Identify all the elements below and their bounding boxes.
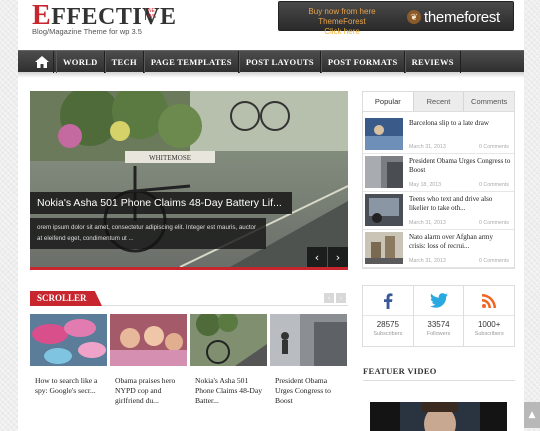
facebook-icon xyxy=(363,286,413,316)
scroller-item[interactable]: President Obama Urges Congress to Boost xyxy=(270,314,347,414)
post-title[interactable]: Nato alarm over Afghan army crisis: loss… xyxy=(409,233,511,251)
chevron-up-icon: ▲ xyxy=(528,410,536,420)
home-icon xyxy=(34,56,49,68)
post-meta: March 31, 2013 0 Comments xyxy=(409,144,509,150)
post-comments[interactable]: 0 Comments xyxy=(479,258,509,264)
list-item[interactable]: Nato alarm over Afghan army crisis: loss… xyxy=(363,230,514,268)
scroller-item[interactable]: Nokia's Asha 501 Phone Claims 48-Day Bat… xyxy=(190,312,267,414)
rss-icon xyxy=(464,286,515,316)
banner-brand: themeforest xyxy=(424,8,500,26)
nav-item-post-layouts[interactable]: POST LAYOUTS xyxy=(238,51,321,73)
post-thumbnail xyxy=(365,194,403,226)
post-title[interactable]: President Obama Urges Congress to Boost xyxy=(409,157,511,175)
scroller-item-title[interactable]: How to search like a spy: Google's secr.… xyxy=(30,371,107,396)
logo-news-mark: NEWS xyxy=(145,8,159,20)
themeforest-banner[interactable]: Buy now from here ThemeForest Click here… xyxy=(278,1,514,36)
rss-label: Subscribers xyxy=(474,331,504,337)
social-counters: 28575 Subscribers 33574 Followers 1000+ … xyxy=(362,285,515,347)
scroller-thumbnail xyxy=(190,312,267,366)
chevron-left-icon: ‹ xyxy=(327,294,331,302)
featured-video-player[interactable] xyxy=(370,402,507,431)
post-date: May 18, 2013 xyxy=(409,182,442,188)
slider-next-button[interactable]: › xyxy=(328,247,348,267)
post-title[interactable]: Teens who text and drive also likelier t… xyxy=(409,195,511,213)
chevron-right-icon: › xyxy=(335,250,341,264)
tab-recent[interactable]: Recent xyxy=(414,92,465,111)
slide-sign-text: WHITEMOSE xyxy=(149,154,191,162)
featured-video-title: FEATUER VIDEO xyxy=(363,366,437,376)
facebook-count: 28575 xyxy=(376,320,399,329)
chevron-left-icon: ‹ xyxy=(314,250,320,264)
rss-count: 1000+ xyxy=(477,320,501,329)
post-comments[interactable]: 0 Comments xyxy=(479,220,509,226)
post-thumbnail xyxy=(365,118,403,150)
scroller-list: How to search like a spy: Google's secr.… xyxy=(30,312,348,414)
sidebar-tabs-widget: Popular Recent Comments Barcelona slip t… xyxy=(362,91,515,269)
page-container: EFFECTIVE NEWS Blog/Magazine Theme for w… xyxy=(18,0,524,431)
scroller-prev-button[interactable]: ‹ xyxy=(324,293,334,303)
rss-counter[interactable]: 1000+ Subscribers xyxy=(464,286,515,346)
slider-accent-bar xyxy=(30,267,348,270)
twitter-label: Followers xyxy=(426,331,451,337)
post-date: March 31, 2013 xyxy=(409,220,446,226)
slide-excerpt: orem ipsum dolor sit amet, consectetur a… xyxy=(37,224,257,242)
scroller-item-title[interactable]: President Obama Urges Congress to Boost xyxy=(270,371,347,406)
scroller-header: SCROLLER ‹ › xyxy=(30,291,348,306)
scroller-thumbnail xyxy=(30,314,107,366)
featured-slider[interactable]: WHITEMOSE Nokia's Asha 501 Phone Claims … xyxy=(30,91,348,267)
scroller-item[interactable]: Obama praises hero NYPD cop and girlfrie… xyxy=(110,314,187,414)
themeforest-leaf-icon: ❦ xyxy=(407,10,421,24)
twitter-count: 33574 xyxy=(427,320,450,329)
nav-shadow xyxy=(18,72,524,78)
scroller-item-title[interactable]: Obama praises hero NYPD cop and girlfrie… xyxy=(110,371,187,406)
facebook-counter[interactable]: 28575 Subscribers xyxy=(363,286,414,346)
scroller-item-title[interactable]: Nokia's Asha 501 Phone Claims 48-Day Bat… xyxy=(190,371,267,406)
chevron-right-icon: › xyxy=(339,294,343,302)
post-thumbnail xyxy=(365,156,403,188)
nav-item-world[interactable]: WORLD xyxy=(56,51,105,73)
scroll-to-top-button[interactable]: ▲ xyxy=(524,402,540,428)
main-nav: WORLD TECH PAGE TEMPLATES POST LAYOUTS P… xyxy=(18,50,524,73)
scroller-thumbnail xyxy=(110,314,187,366)
slide-title[interactable]: Nokia's Asha 501 Phone Claims 48-Day Bat… xyxy=(30,192,292,214)
tab-popular[interactable]: Popular xyxy=(363,92,414,111)
post-thumbnail xyxy=(365,232,403,264)
tab-comments[interactable]: Comments xyxy=(464,92,514,111)
post-meta: March 31, 2013 0 Comments xyxy=(409,258,509,264)
slider-prev-button[interactable]: ‹ xyxy=(307,247,327,267)
popular-posts-list: Barcelona slip to a late draw March 31, … xyxy=(363,116,514,268)
slide-title-box[interactable]: Nokia's Asha 501 Phone Claims 48-Day Bat… xyxy=(30,192,292,214)
list-item[interactable]: Barcelona slip to a late draw March 31, … xyxy=(363,116,514,154)
nav-item-page-templates[interactable]: PAGE TEMPLATES xyxy=(143,51,239,73)
list-item[interactable]: Teens who text and drive also likelier t… xyxy=(363,192,514,230)
facebook-label: Subscribers xyxy=(373,331,403,337)
video-thumbnail xyxy=(370,402,507,431)
scroller-next-button[interactable]: › xyxy=(336,293,346,303)
scroller-title: SCROLLER xyxy=(30,291,102,306)
scroller-item[interactable]: How to search like a spy: Google's secr.… xyxy=(30,314,107,414)
post-comments[interactable]: 0 Comments xyxy=(479,144,509,150)
featured-video-divider xyxy=(363,380,515,381)
scroller-thumbnail xyxy=(270,314,347,366)
slide-excerpt-box: orem ipsum dolor sit amet, consectetur a… xyxy=(30,218,266,249)
post-date: March 31, 2013 xyxy=(409,144,446,150)
nav-item-post-formats[interactable]: POST FORMATS xyxy=(320,51,405,73)
banner-line1: Buy now from here ThemeForest xyxy=(308,7,376,26)
twitter-counter[interactable]: 33574 Followers xyxy=(413,286,465,346)
tab-bar: Popular Recent Comments xyxy=(363,92,514,112)
site-tagline: Blog/Magazine Theme for wp 3.5 xyxy=(32,27,142,36)
post-title[interactable]: Barcelona slip to a late draw xyxy=(409,119,511,128)
post-comments[interactable]: 0 Comments xyxy=(479,182,509,188)
post-date: March 31, 2013 xyxy=(409,258,446,264)
nav-item-tech[interactable]: TECH xyxy=(104,51,144,73)
nav-home-button[interactable] xyxy=(30,51,54,73)
twitter-icon xyxy=(413,286,464,316)
post-meta: March 31, 2013 0 Comments xyxy=(409,220,509,226)
banner-click-link[interactable]: Click here xyxy=(287,27,397,37)
list-item[interactable]: President Obama Urges Congress to Boost … xyxy=(363,154,514,192)
post-meta: May 18, 2013 0 Comments xyxy=(409,182,509,188)
nav-item-reviews[interactable]: REVIEWS xyxy=(404,51,461,73)
